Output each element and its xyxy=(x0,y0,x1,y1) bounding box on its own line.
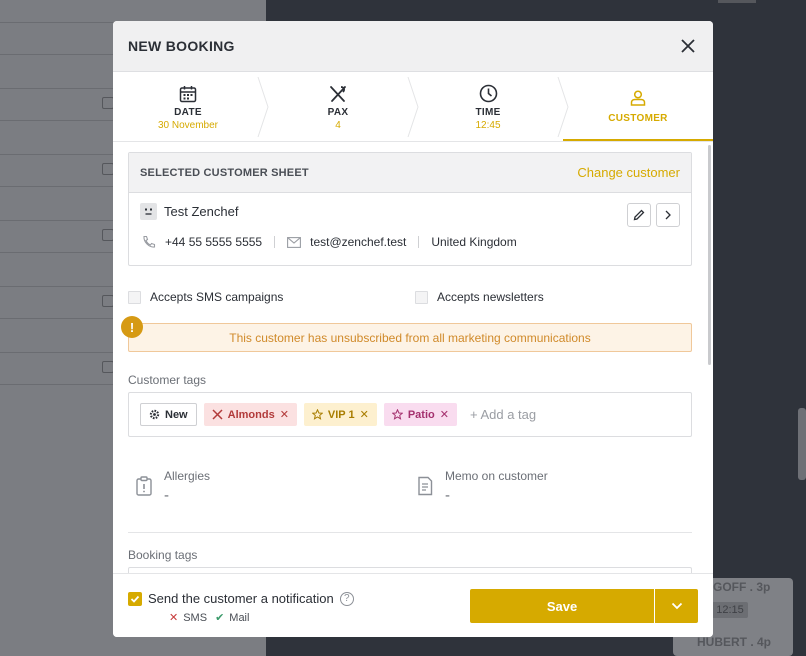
step-time-value: 12:45 xyxy=(475,119,501,131)
change-customer-link[interactable]: Change customer xyxy=(577,165,680,180)
tag-almonds[interactable]: Almonds ✕ xyxy=(203,403,297,426)
mail-enabled-icon: ✔ xyxy=(215,612,225,624)
remove-tag-icon[interactable]: ✕ xyxy=(280,408,289,421)
edit-customer-button[interactable] xyxy=(627,203,651,227)
close-button[interactable] xyxy=(678,36,698,56)
tag-label: Almonds xyxy=(227,408,275,421)
tag-patio[interactable]: Patio ✕ xyxy=(383,403,457,426)
alert-text: This customer has unsubscribed from all … xyxy=(229,330,591,345)
help-icon[interactable]: ? xyxy=(339,591,354,606)
customer-avatar xyxy=(140,203,157,220)
chevron-right-icon xyxy=(257,77,269,137)
memo-title: Memo on customer xyxy=(445,469,548,483)
chevron-right-icon xyxy=(557,77,569,137)
new-booking-modal: NEW BOOKING DATE 30 November PAX 4 TIME … xyxy=(113,21,713,637)
memo-block[interactable]: Memo on customer - xyxy=(416,469,548,504)
tag-label: VIP 1 xyxy=(327,408,355,421)
newsletter-consent-label: Accepts newsletters xyxy=(437,290,544,304)
background-card-label: GOFF . 3p xyxy=(713,580,771,594)
step-customer[interactable]: CUSTOMER xyxy=(563,73,713,141)
sms-channel-label: SMS xyxy=(183,611,208,624)
sms-consent-label: Accepts SMS campaigns xyxy=(150,290,284,304)
background-card-label-2: HUBERT . 4p xyxy=(697,635,772,649)
step-pax-label: PAX xyxy=(327,106,349,118)
tag-label: Patio xyxy=(407,408,435,421)
step-time[interactable]: TIME 12:45 xyxy=(413,73,569,141)
unsubscribed-alert: This customer has unsubscribed from all … xyxy=(128,323,692,352)
customer-country: United Kingdom xyxy=(431,235,517,249)
sms-consent-checkbox[interactable] xyxy=(128,290,141,304)
step-time-label: TIME xyxy=(475,106,501,118)
phone-icon xyxy=(143,235,156,248)
fork-knife-icon xyxy=(212,409,223,420)
allergies-block[interactable]: Allergies - xyxy=(135,469,210,504)
tag-new[interactable]: New xyxy=(140,403,197,426)
notify-checkbox[interactable] xyxy=(128,591,142,606)
modal-title: NEW BOOKING xyxy=(128,38,235,54)
sms-disabled-icon: ✕ xyxy=(169,612,179,624)
background-bar xyxy=(718,0,756,3)
step-date-label: DATE xyxy=(174,106,202,118)
check-icon xyxy=(130,595,140,603)
star-icon xyxy=(311,409,323,420)
save-button[interactable]: Save xyxy=(470,589,654,623)
tag-vip[interactable]: VIP 1 ✕ xyxy=(303,403,377,426)
pencil-icon xyxy=(633,209,645,221)
step-pax[interactable]: PAX 4 xyxy=(263,73,419,141)
warning-icon: ! xyxy=(121,316,143,338)
newsletter-consent-checkbox[interactable] xyxy=(415,290,428,304)
gear-icon xyxy=(149,409,160,420)
open-customer-button[interactable] xyxy=(656,203,680,227)
modal-scrollbar[interactable] xyxy=(708,145,711,365)
modal-header: NEW BOOKING xyxy=(113,21,713,72)
allergies-value: - xyxy=(164,487,169,504)
add-tag-input[interactable]: + Add a tag xyxy=(470,407,536,422)
notify-label: Send the customer a notification xyxy=(148,591,334,606)
fork-knife-icon xyxy=(330,85,346,102)
close-icon xyxy=(681,39,695,53)
step-date[interactable]: DATE 30 November xyxy=(113,73,269,141)
chevron-right-icon xyxy=(407,77,419,137)
customer-name: Test Zenchef xyxy=(164,204,239,219)
mail-icon xyxy=(287,236,302,248)
background-card-time: 12:15 xyxy=(712,602,748,618)
notification-channels: ✕ SMS ✔ Mail xyxy=(169,611,250,625)
user-icon xyxy=(630,90,646,106)
chevron-down-icon xyxy=(671,602,682,610)
background-scrollbar xyxy=(798,408,806,480)
clipboard-alert-icon xyxy=(136,476,152,496)
step-date-value: 30 November xyxy=(157,119,219,131)
customer-tags-box[interactable]: New Almonds ✕ VIP 1 ✕ Patio ✕ + Add a ta… xyxy=(128,392,692,437)
remove-tag-icon[interactable]: ✕ xyxy=(440,408,449,421)
customer-tags-label: Customer tags xyxy=(128,373,207,387)
customer-sheet-title: SELECTED CUSTOMER SHEET xyxy=(140,166,309,179)
neutral-face-icon xyxy=(145,208,152,215)
mail-channel-label: Mail xyxy=(229,611,250,624)
chevron-right-icon xyxy=(665,210,671,220)
step-pax-value: 4 xyxy=(335,119,341,131)
modal-content: SELECTED CUSTOMER SHEET Change customer … xyxy=(113,143,713,573)
calendar-icon xyxy=(179,85,197,102)
divider xyxy=(128,532,692,533)
sms-consent-row[interactable]: Accepts SMS campaigns xyxy=(128,290,283,304)
booking-tags-label: Booking tags xyxy=(128,548,198,562)
customer-phone: +44 55 5555 5555 xyxy=(165,235,263,249)
clock-icon xyxy=(479,84,497,103)
step-customer-label: CUSTOMER xyxy=(608,113,668,124)
star-icon xyxy=(391,409,403,420)
allergies-title: Allergies xyxy=(164,469,211,483)
customer-sheet: SELECTED CUSTOMER SHEET Change customer … xyxy=(128,152,692,266)
memo-value: - xyxy=(445,487,450,504)
newsletter-consent-row[interactable]: Accepts newsletters xyxy=(415,290,544,304)
customer-email: test@zenchef.test xyxy=(310,235,407,249)
memo-icon xyxy=(418,476,433,496)
booking-steps: DATE 30 November PAX 4 TIME 12:45 CUSTOM… xyxy=(113,73,713,142)
modal-footer: Send the customer a notification ? ✕ SMS… xyxy=(113,573,713,637)
remove-tag-icon[interactable]: ✕ xyxy=(360,408,369,421)
save-options-button[interactable] xyxy=(655,589,698,623)
tag-label: New xyxy=(165,408,188,421)
